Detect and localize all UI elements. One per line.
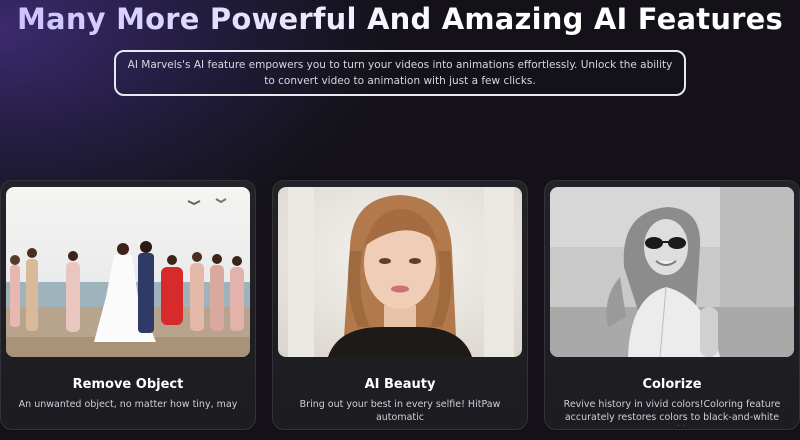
black-and-white-woman-photo [550, 187, 794, 357]
feature-card-ai-beauty[interactable]: AI Beauty Bring out your best in every s… [272, 180, 528, 430]
card-description: An unwanted object, no matter how tiny, … [18, 399, 238, 410]
subtitle-box: AI Marvels's AI feature empowers you to … [114, 50, 686, 96]
page-headline: Many More Powerful And Amazing AI Featur… [0, 2, 800, 36]
card-description: Revive history in vivid colors!Coloring … [563, 399, 781, 426]
card-title: Colorize [642, 377, 702, 392]
feature-card-remove-object[interactable]: Remove Object An unwanted object, no mat… [0, 180, 256, 430]
beach-wedding-photo [6, 187, 250, 357]
subtitle-text: AI Marvels's AI feature empowers you to … [127, 59, 673, 87]
card-description: Bring out your best in every selfie! Hit… [299, 399, 501, 423]
woman-portrait-photo [278, 187, 522, 357]
feature-card-colorize[interactable]: Colorize Revive history in vivid colors!… [544, 180, 800, 430]
card-title: Remove Object [72, 377, 184, 392]
card-title: AI Beauty [364, 377, 436, 392]
